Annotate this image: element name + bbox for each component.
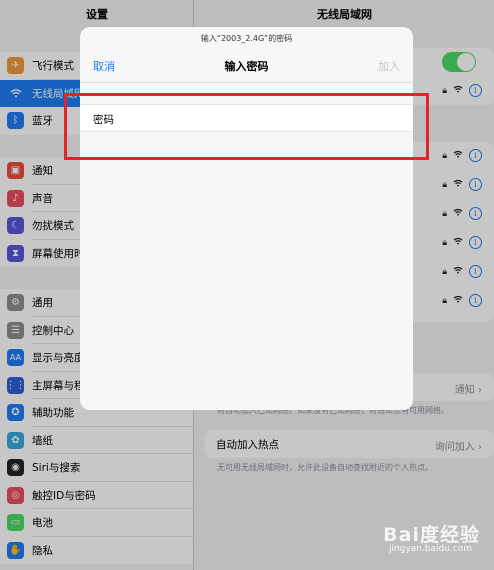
baidu-watermark: Bai度经验 jingyan.baidu.com [364,520,484,560]
join-button[interactable]: 加入 [378,58,400,74]
password-dialog: 输入“2003_2.4G”的密码 取消 输入密码 加入 密码 [80,27,413,410]
header-divider [80,82,413,83]
watermark-brand: Bai度经验 [383,524,480,546]
dialog-title: 输入密码 [224,60,269,73]
watermark-url: jingyan.baidu.com [388,544,472,554]
annotation-highlight-box [64,93,429,160]
dialog-subtitle: 输入“2003_2.4G”的密码 [200,34,293,43]
